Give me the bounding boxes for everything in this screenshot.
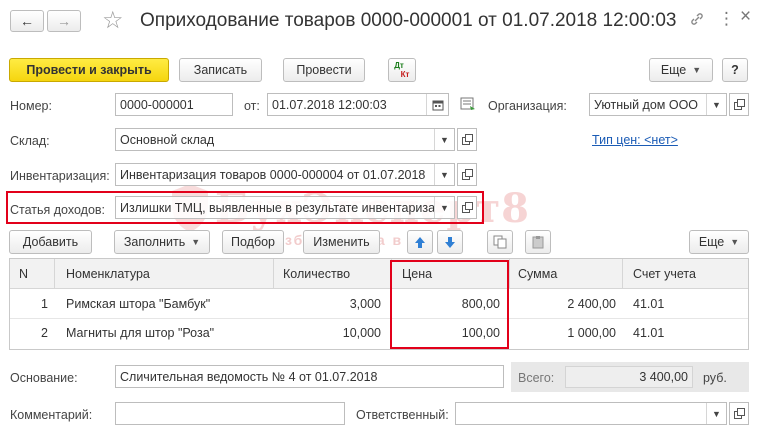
more-button[interactable]: Еще ▼ xyxy=(649,58,713,82)
responsible-field[interactable]: ▼ xyxy=(455,402,727,425)
goods-table[interactable]: N Номенклатура Количество Цена Сумма Сче… xyxy=(9,258,749,350)
post-and-close-button[interactable]: Провести и закрыть xyxy=(9,58,169,82)
row-nomenclature: Магниты для штор "Роза" xyxy=(66,326,215,340)
help-button[interactable]: ? xyxy=(722,58,748,82)
change-button[interactable]: Изменить xyxy=(303,230,380,254)
open-form-icon xyxy=(733,408,745,419)
column-header-sum[interactable]: Сумма xyxy=(518,267,557,281)
total-label: Всего: xyxy=(518,371,555,385)
dt-kt-icon-dt: Дт xyxy=(394,61,404,70)
chevron-down-icon[interactable]: ▼ xyxy=(434,164,454,185)
price-type-link[interactable]: Тип цен: <нет> xyxy=(592,133,678,147)
table-more-button[interactable]: Еще ▼ xyxy=(689,230,749,254)
move-up-button[interactable] xyxy=(407,230,433,254)
inventory-open-button[interactable] xyxy=(457,163,477,186)
chevron-down-icon: ▼ xyxy=(730,237,740,247)
chevron-down-icon: ▼ xyxy=(692,65,702,75)
calendar-icon[interactable] xyxy=(426,94,448,115)
column-header-nomenclature[interactable]: Номенклатура xyxy=(66,267,150,281)
organization-open-button[interactable] xyxy=(729,93,749,116)
warehouse-label: Склад: xyxy=(10,134,50,148)
basis-field[interactable]: Сличительная ведомость № 4 от 01.07.2018 xyxy=(115,365,504,388)
basis-label: Основание: xyxy=(10,371,78,385)
number-label: Номер: xyxy=(10,99,52,113)
table-row[interactable]: 2 Магниты для штор "Роза" 10,000 100,00 … xyxy=(10,319,748,348)
copy-rows-button[interactable] xyxy=(487,230,513,254)
paste-rows-button[interactable] xyxy=(525,230,551,254)
fill-button-label: Заполнить xyxy=(123,235,186,249)
date-label: от: xyxy=(244,99,260,113)
forward-button[interactable]: → xyxy=(47,10,81,32)
table-header: N Номенклатура Количество Цена Сумма Сче… xyxy=(10,259,748,289)
chevron-down-icon[interactable]: ▼ xyxy=(706,403,726,424)
table-more-label: Еще xyxy=(698,235,725,249)
column-header-quantity[interactable]: Количество xyxy=(283,267,350,281)
column-header-n[interactable]: N xyxy=(19,267,28,281)
row-nomenclature: Римская штора "Бамбук" xyxy=(66,297,211,311)
dt-kt-icon-kt: Кт xyxy=(400,70,410,79)
basis-value: Сличительная ведомость № 4 от 01.07.2018 xyxy=(120,369,378,384)
warehouse-field[interactable]: Основной склад ▼ xyxy=(115,128,455,151)
open-form-icon xyxy=(733,99,745,110)
currency-label: руб. xyxy=(703,371,727,385)
more-menu-icon[interactable]: ⋮ xyxy=(718,9,735,29)
price-column-highlight xyxy=(390,260,509,349)
number-value: 0000-000001 xyxy=(120,97,194,112)
back-button[interactable]: ← xyxy=(10,10,44,32)
total-value: 3 400,00 xyxy=(639,370,688,384)
arrow-up-icon xyxy=(415,236,425,248)
number-field[interactable]: 0000-000001 xyxy=(115,93,233,116)
post-button[interactable]: Провести xyxy=(283,58,365,82)
organization-label: Организация: xyxy=(488,99,567,113)
organization-value: Уютный дом ООО xyxy=(594,97,699,112)
row-sum: 1 000,00 xyxy=(567,326,616,340)
chevron-down-icon[interactable]: ▼ xyxy=(434,129,454,150)
inventory-label: Инвентаризация: xyxy=(10,169,110,183)
add-row-button[interactable]: Добавить xyxy=(9,230,92,254)
row-account: 41.01 xyxy=(633,326,665,340)
total-field: 3 400,00 xyxy=(565,366,693,388)
inventory-field[interactable]: Инвентаризация товаров 0000-000004 от 01… xyxy=(115,163,455,186)
table-row[interactable]: 1 Римская штора "Бамбук" 3,000 800,00 2 … xyxy=(10,290,748,319)
arrow-left-icon: ← xyxy=(20,13,34,29)
dt-kt-button[interactable]: Дт Кт xyxy=(388,58,416,82)
row-number: 2 xyxy=(41,326,48,340)
save-button[interactable]: Записать xyxy=(179,58,262,82)
link-icon[interactable] xyxy=(690,12,704,29)
responsible-label: Ответственный: xyxy=(356,408,449,422)
date-value: 01.07.2018 12:00:03 xyxy=(272,97,387,112)
move-down-button[interactable] xyxy=(437,230,463,254)
warehouse-value: Основной склад xyxy=(120,132,215,147)
warehouse-open-button[interactable] xyxy=(457,128,477,151)
row-quantity: 10,000 xyxy=(342,326,381,340)
select-button[interactable]: Подбор xyxy=(222,230,284,254)
copy-icon xyxy=(493,235,507,249)
inventory-value: Инвентаризация товаров 0000-000004 от 01… xyxy=(120,167,426,182)
more-button-label: Еще xyxy=(660,63,687,77)
paste-icon xyxy=(532,236,544,249)
close-icon[interactable]: × xyxy=(740,6,751,28)
row-quantity: 3,000 xyxy=(349,297,381,311)
row-sum: 2 400,00 xyxy=(567,297,616,311)
favorite-star-icon[interactable]: ☆ xyxy=(102,6,124,35)
row-account: 41.01 xyxy=(633,297,665,311)
column-header-account[interactable]: Счет учета xyxy=(633,267,696,281)
responsible-open-button[interactable] xyxy=(729,402,749,425)
window-title: Оприходование товаров 0000-000001 от 01.… xyxy=(140,10,677,31)
arrow-down-icon xyxy=(445,236,455,248)
comment-field[interactable] xyxy=(115,402,345,425)
date-field[interactable]: 01.07.2018 12:00:03 xyxy=(267,93,449,116)
open-form-icon xyxy=(461,134,473,145)
print-form-icon[interactable] xyxy=(460,97,476,114)
chevron-down-icon: ▼ xyxy=(191,237,201,247)
income-item-highlight xyxy=(6,191,484,224)
chevron-down-icon[interactable]: ▼ xyxy=(706,94,726,115)
open-form-icon xyxy=(461,169,473,180)
fill-button[interactable]: Заполнить ▼ xyxy=(114,230,210,254)
row-number: 1 xyxy=(41,297,48,311)
comment-label: Комментарий: xyxy=(10,408,93,422)
arrow-right-icon: → xyxy=(57,13,71,29)
organization-field[interactable]: Уютный дом ООО ▼ xyxy=(589,93,727,116)
